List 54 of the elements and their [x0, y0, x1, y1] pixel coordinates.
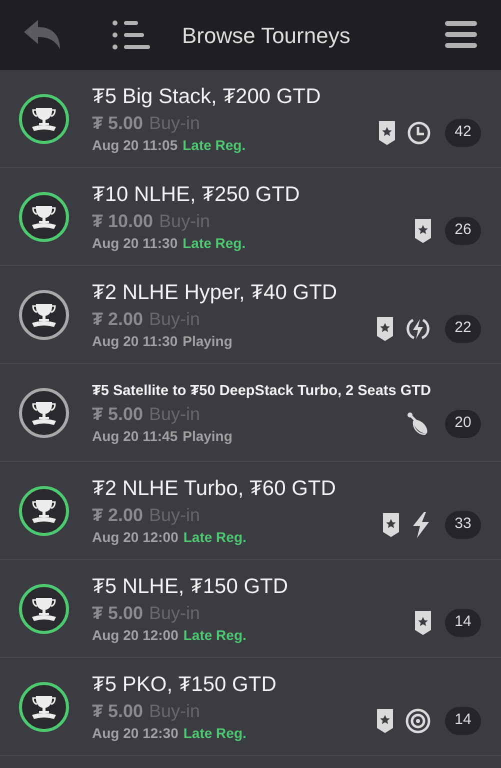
- buy-in-price: ₮ 5.00: [92, 700, 144, 722]
- status-label: Late Reg.: [182, 234, 246, 252]
- trophy-icon: [18, 582, 70, 634]
- start-time: Aug 20 11:05: [92, 136, 178, 154]
- clock-icon: [407, 120, 431, 144]
- player-count: 22: [445, 314, 481, 342]
- start-time: Aug 20 12:30: [92, 724, 178, 742]
- player-count: 14: [445, 608, 481, 636]
- tourney-title: ₮5 Satellite to ₮50 DeepStack Turbo, 2 Seats GTD: [92, 382, 432, 400]
- status-label: Late Reg.: [183, 626, 246, 644]
- start-time: Aug 20 11:30: [92, 332, 178, 350]
- start-time: Aug 20 12:00: [92, 528, 178, 546]
- start-time: Aug 20 11:30: [92, 234, 178, 252]
- tourney-title: ₮5 Big Stack, ₮200 GTD: [92, 84, 322, 110]
- page-title: Browse Tourneys: [182, 22, 350, 50]
- player-count: 20: [445, 410, 481, 438]
- menu-icon[interactable]: [445, 21, 477, 49]
- lightning-icon: [411, 512, 431, 538]
- buy-in-price: ₮ 2.00: [92, 308, 144, 330]
- buy-in-price: ₮ 5.00: [92, 602, 144, 624]
- trophy-icon: [18, 680, 70, 732]
- tourney-title: ₮5 NLHE, ₮150 GTD: [92, 574, 290, 600]
- start-time: Aug 20 11:45: [92, 426, 178, 446]
- status-label: Playing: [182, 332, 232, 350]
- buy-in-price: ₮ 5.00: [92, 402, 144, 426]
- target-icon: [405, 708, 431, 734]
- player-count: 26: [445, 216, 481, 244]
- star-badge-icon: [415, 610, 431, 634]
- star-badge-icon: [377, 316, 393, 340]
- status-label: Late Reg.: [183, 724, 246, 742]
- status-label: Playing: [182, 426, 232, 446]
- tourney-title: ₮2 NLHE Hyper, ₮40 GTD: [92, 280, 338, 306]
- player-count: 14: [445, 706, 481, 734]
- tourney-title: ₮10 NLHE, ₮250 GTD: [92, 182, 301, 208]
- star-badge-icon: [383, 512, 399, 536]
- list-icon[interactable]: [112, 19, 152, 51]
- star-badge-icon: [415, 218, 431, 242]
- buy-in-price: ₮ 5.00: [92, 112, 144, 134]
- buy-in-price: ₮ 2.00: [92, 504, 144, 526]
- trophy-icon: [18, 484, 70, 536]
- player-count: 33: [445, 510, 481, 538]
- status-label: Late Reg.: [183, 528, 246, 546]
- player-count: 42: [445, 118, 481, 146]
- trophy-icon: [18, 288, 70, 340]
- status-label: Late Reg.: [182, 136, 246, 154]
- start-time: Aug 20 12:00: [92, 626, 178, 644]
- tourney-title: ₮5 PKO, ₮150 GTD: [92, 672, 278, 698]
- star-badge-icon: [379, 120, 395, 144]
- star-badge-icon: [377, 708, 393, 732]
- trophy-icon: [18, 386, 70, 438]
- buy-in-price: ₮ 10.00: [92, 210, 154, 232]
- tourney-title: ₮2 NLHE Turbo, ₮60 GTD: [92, 476, 337, 502]
- trophy-icon: [18, 92, 70, 144]
- trophy-icon: [18, 190, 70, 242]
